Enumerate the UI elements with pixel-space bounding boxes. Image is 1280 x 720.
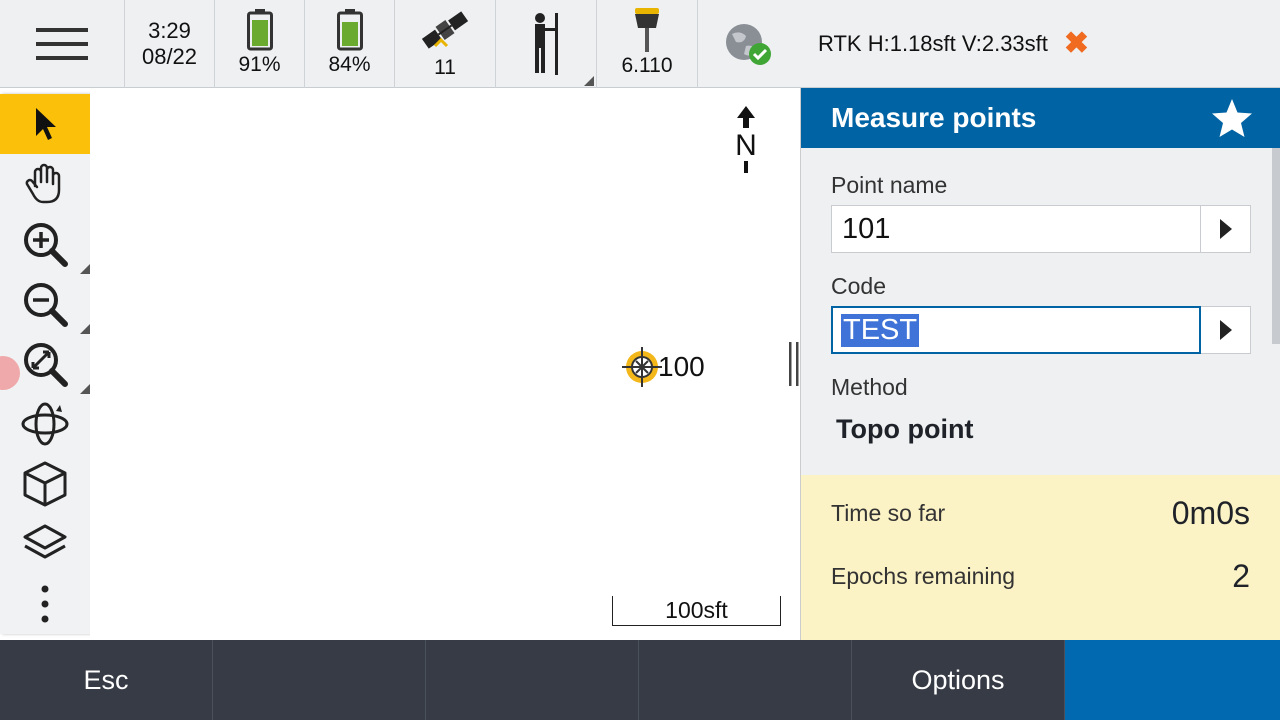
battery-icon (336, 9, 363, 51)
more-vertical-icon (41, 585, 49, 623)
time-text: 3:29 (148, 18, 191, 43)
surveyor-with-pole-icon (535, 13, 558, 75)
time-so-far-row: Time so far 0m0s (831, 493, 1250, 533)
panel-header: Measure points (801, 88, 1280, 148)
code-selected-text: TEST (841, 313, 920, 347)
north-arrow-icon (737, 106, 755, 128)
instrument-status[interactable] (496, 0, 597, 88)
corner-indicator (80, 324, 90, 334)
code-arrow-button[interactable] (1201, 306, 1251, 354)
clock-display[interactable]: 3:29 08/22 (125, 0, 215, 88)
point-name-field[interactable]: 101 (831, 205, 1251, 253)
panel-scrollbar[interactable] (1272, 148, 1280, 344)
survey-point-100[interactable]: 100 (620, 346, 705, 388)
code-field[interactable]: TEST (831, 306, 1251, 354)
caret-right-icon (1219, 320, 1232, 340)
method-label: Method (831, 374, 908, 400)
point-name-arrow-button[interactable] (1200, 206, 1250, 252)
code-label: Code (831, 273, 886, 299)
measure-action-button[interactable] (1065, 640, 1280, 720)
zoom-in-tool[interactable] (0, 214, 90, 274)
caret-right-icon (1219, 219, 1232, 239)
satellite-icon (421, 11, 469, 49)
code-input[interactable]: TEST (833, 308, 1199, 352)
controller-battery[interactable]: 91% (215, 0, 305, 88)
corner-indicator (584, 76, 594, 86)
softkey-empty-4[interactable] (639, 640, 852, 720)
scale-bar: 100sft (612, 596, 781, 626)
north-label: N (735, 129, 757, 162)
battery2-percent: 84% (328, 53, 371, 76)
orbit-icon (21, 402, 69, 446)
globe-connected-icon (726, 24, 771, 65)
select-tool[interactable] (0, 94, 90, 154)
point-label: 100 (658, 351, 705, 382)
corner-indicator (80, 264, 90, 274)
antenna-height-value: 6.110 (621, 54, 673, 77)
zoom-out-icon (24, 283, 68, 327)
arrow-pointer-icon (36, 108, 56, 140)
time-so-far-value: 0m0s (1171, 494, 1250, 531)
gnss-receiver-icon (635, 8, 659, 52)
epochs-remaining-label: Epochs remaining (831, 562, 1016, 589)
epochs-remaining-value: 2 (1232, 557, 1250, 594)
zoom-extents-icon (24, 343, 68, 387)
hand-icon (25, 163, 61, 204)
options-button[interactable]: Options (852, 640, 1065, 720)
point-name-input[interactable]: 101 (832, 206, 1200, 252)
battery1-percent: 91% (238, 53, 281, 76)
menu-button[interactable] (0, 0, 125, 88)
zoom-in-icon (24, 223, 68, 267)
battery-icon (246, 9, 273, 51)
date-text: 08/22 (141, 44, 198, 69)
more-tools[interactable] (0, 574, 90, 634)
pan-tool[interactable] (0, 154, 90, 214)
antenna-height[interactable]: 6.110 (597, 0, 698, 88)
softkey-empty-3[interactable] (426, 640, 639, 720)
zoom-out-tool[interactable] (0, 274, 90, 334)
measurement-status-area: Time so far 0m0s Epochs remaining 2 (801, 475, 1280, 640)
corner-indicator (80, 384, 90, 394)
rtk-status-bar[interactable]: RTK H:1.18sft V:2.33sft ✖ (800, 0, 1280, 88)
method-value[interactable]: Topo point (836, 414, 973, 445)
north-arrow: N (732, 106, 760, 173)
satellite-status[interactable]: 11 (395, 0, 496, 88)
status-bar: 3:29 08/22 91% 84% 11 6.110 (0, 0, 800, 88)
layers-tool[interactable] (0, 514, 90, 574)
hamburger-menu-icon (36, 28, 88, 60)
softkey-empty-2[interactable] (213, 640, 426, 720)
map-view[interactable]: N 100 100sft (90, 88, 806, 640)
scale-label: 100sft (665, 597, 728, 623)
receiver-battery[interactable]: 84% (305, 0, 395, 88)
point-name-label: Point name (831, 172, 948, 198)
satellite-count: 11 (434, 56, 456, 79)
panel-title: Measure points (831, 102, 1037, 133)
rtk-precision-text: RTK H:1.18sft V:2.33sft (818, 30, 1048, 56)
close-icon[interactable]: ✖ (1064, 28, 1089, 59)
epochs-remaining-row: Epochs remaining 2 (831, 556, 1250, 596)
softkey-bar: Esc Options (0, 640, 1280, 720)
favorite-star-icon[interactable] (1210, 97, 1254, 139)
esc-button[interactable]: Esc (0, 640, 213, 720)
layers-icon (23, 524, 67, 559)
orbit-tool[interactable] (0, 394, 90, 454)
network-status[interactable] (698, 0, 800, 88)
measure-points-panel: Measure points Point name 101 Code TEST … (800, 88, 1280, 640)
3d-view-tool[interactable] (0, 454, 90, 514)
time-so-far-label: Time so far (831, 499, 946, 526)
cube-icon (23, 461, 67, 507)
